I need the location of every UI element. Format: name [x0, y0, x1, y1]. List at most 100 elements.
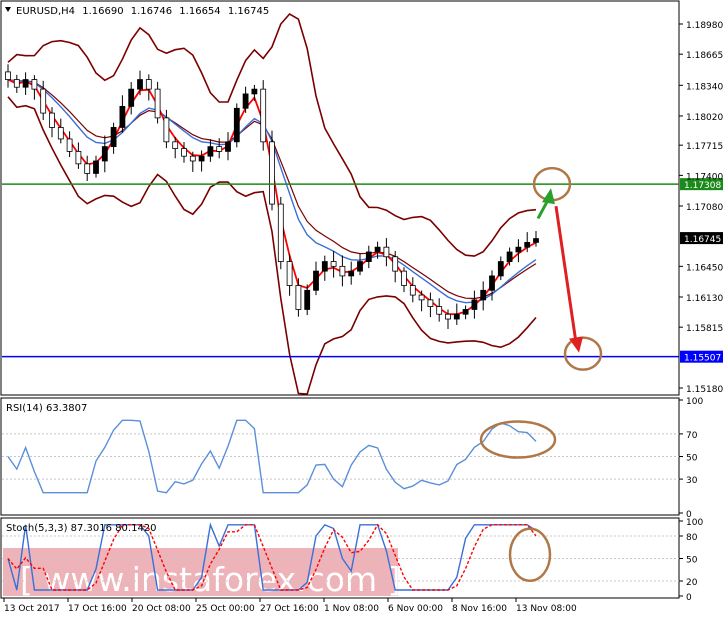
price-panel-frame: [0, 0, 680, 396]
candle-body: [66, 138, 73, 152]
candle-body: [13, 79, 20, 88]
rsi-y-tick-label: 70: [686, 431, 698, 441]
y-tick-label: 1.17715: [686, 142, 723, 152]
chart-window: [ www.instaforex.com ] 1.17308 1.15507 1.…: [0, 0, 723, 618]
candle-body: [489, 275, 495, 291]
y-tick-label: 1.18020: [686, 113, 723, 123]
rsi-y-tick-label: 100: [686, 397, 703, 407]
candle-body: [137, 79, 143, 90]
candle-body: [269, 141, 275, 205]
x-tick-label: 13 Oct 2017: [4, 604, 60, 614]
candle-body: [418, 294, 425, 301]
candle-body: [295, 285, 302, 310]
y-tick-label: 1.17080: [686, 203, 723, 213]
candle-body: [225, 141, 231, 152]
candle-body: [365, 251, 372, 262]
candle-body: [110, 127, 117, 148]
candle-body: [163, 117, 170, 143]
y-tick-label: 1.18980: [686, 21, 723, 31]
close-value: 1.16745: [228, 6, 269, 17]
blue-level-tag-label: 1.15507: [684, 354, 721, 364]
candle-body: [533, 238, 539, 243]
high-value: 1.16746: [131, 6, 172, 17]
x-tick-label: 6 Nov 00:00: [388, 604, 443, 614]
candle-body: [128, 88, 135, 107]
candle-body: [233, 107, 240, 143]
candle-body: [497, 261, 504, 277]
x-tick-label: 13 Nov 08:00: [516, 604, 577, 614]
candle-body: [93, 160, 99, 174]
candle-body: [427, 299, 434, 307]
candle-body: [436, 306, 443, 315]
x-tick-label: 27 Oct 16:00: [260, 604, 319, 614]
candle-body: [348, 270, 355, 277]
x-tick-label: 20 Oct 08:00: [132, 604, 191, 614]
candle-body: [506, 251, 513, 262]
candle-body: [31, 79, 38, 90]
candle-body: [40, 88, 47, 114]
y-tick-label: 1.18340: [686, 82, 723, 92]
candle-body: [189, 155, 196, 162]
candle-body: [409, 285, 416, 296]
candle-body: [524, 241, 531, 248]
candle-body: [172, 141, 179, 149]
rsi-y-tick-label: 50: [686, 454, 698, 464]
candle-body: [462, 309, 469, 315]
candle-body: [330, 261, 337, 267]
candle-body: [401, 270, 407, 286]
stoch-label: Stoch(5,3,3) 87.3016 80.1420: [6, 523, 157, 534]
candle-body: [392, 256, 399, 272]
candle-body: [374, 246, 381, 253]
candle-body: [277, 203, 284, 262]
candle-body: [357, 261, 363, 272]
svg-text:EURUSD,H4 1.16690 1.16: EURUSD,H4 1.16690 1.16746 1.16654 1.1674…: [16, 6, 269, 17]
stoch-y-tick-label: 50: [686, 556, 698, 566]
candle-body: [304, 289, 311, 310]
stoch-y-tick-label: 0: [686, 593, 692, 603]
rsi-label: RSI(14) 63.3807: [6, 403, 87, 414]
candle-body: [453, 313, 460, 320]
candle-body: [471, 299, 478, 310]
open-value: 1.16690: [82, 6, 123, 17]
chart-svg: [ www.instaforex.com ] 1.173081.15507 1.…: [0, 0, 723, 614]
y-tick-label: 1.17400: [686, 172, 723, 182]
x-tick-label: 1 Nov 08:00: [324, 604, 379, 614]
candle-body: [339, 265, 346, 277]
candle-body: [286, 261, 293, 286]
x-tick-label: 8 Nov 16:00: [452, 604, 507, 614]
y-tick-label: 1.16450: [686, 263, 723, 273]
candle-body: [260, 88, 267, 143]
candle-body: [445, 313, 451, 320]
rsi-y-tick-label: 30: [686, 476, 698, 486]
candle-body: [515, 246, 522, 253]
candle-body: [119, 105, 126, 128]
stoch-y-tick-label: 80: [686, 533, 698, 543]
y-tick-label: 1.16130: [686, 294, 723, 304]
y-tick-label: 1.15180: [686, 385, 723, 395]
candle-body: [216, 146, 223, 152]
candle-body: [207, 146, 214, 157]
stoch-y-tick-label: 100: [686, 518, 703, 528]
candle-body: [154, 88, 161, 119]
candle-body: [49, 112, 55, 128]
candle-body: [251, 88, 258, 95]
candle-body: [101, 146, 108, 162]
candle-body: [75, 150, 82, 165]
candle-body: [5, 71, 11, 80]
candle-body: [145, 79, 152, 90]
green-level-tag-label: 1.17308: [684, 181, 721, 191]
y-tick-label: 1.15815: [686, 324, 723, 334]
candle-body: [480, 289, 487, 301]
candle-body: [22, 79, 29, 88]
symbol-label: EURUSD,H4: [16, 6, 75, 17]
candle-body: [383, 246, 390, 258]
candle-body: [321, 261, 328, 272]
low-value: 1.16654: [179, 6, 220, 17]
candle-body: [313, 270, 319, 291]
stoch-y-tick-label: 20: [686, 578, 698, 588]
x-tick-label: 17 Oct 16:00: [68, 604, 127, 614]
candle-body: [57, 127, 64, 140]
candle-body: [181, 148, 187, 157]
x-tick-label: 25 Oct 00:00: [196, 604, 255, 614]
candle-body: [242, 93, 249, 109]
